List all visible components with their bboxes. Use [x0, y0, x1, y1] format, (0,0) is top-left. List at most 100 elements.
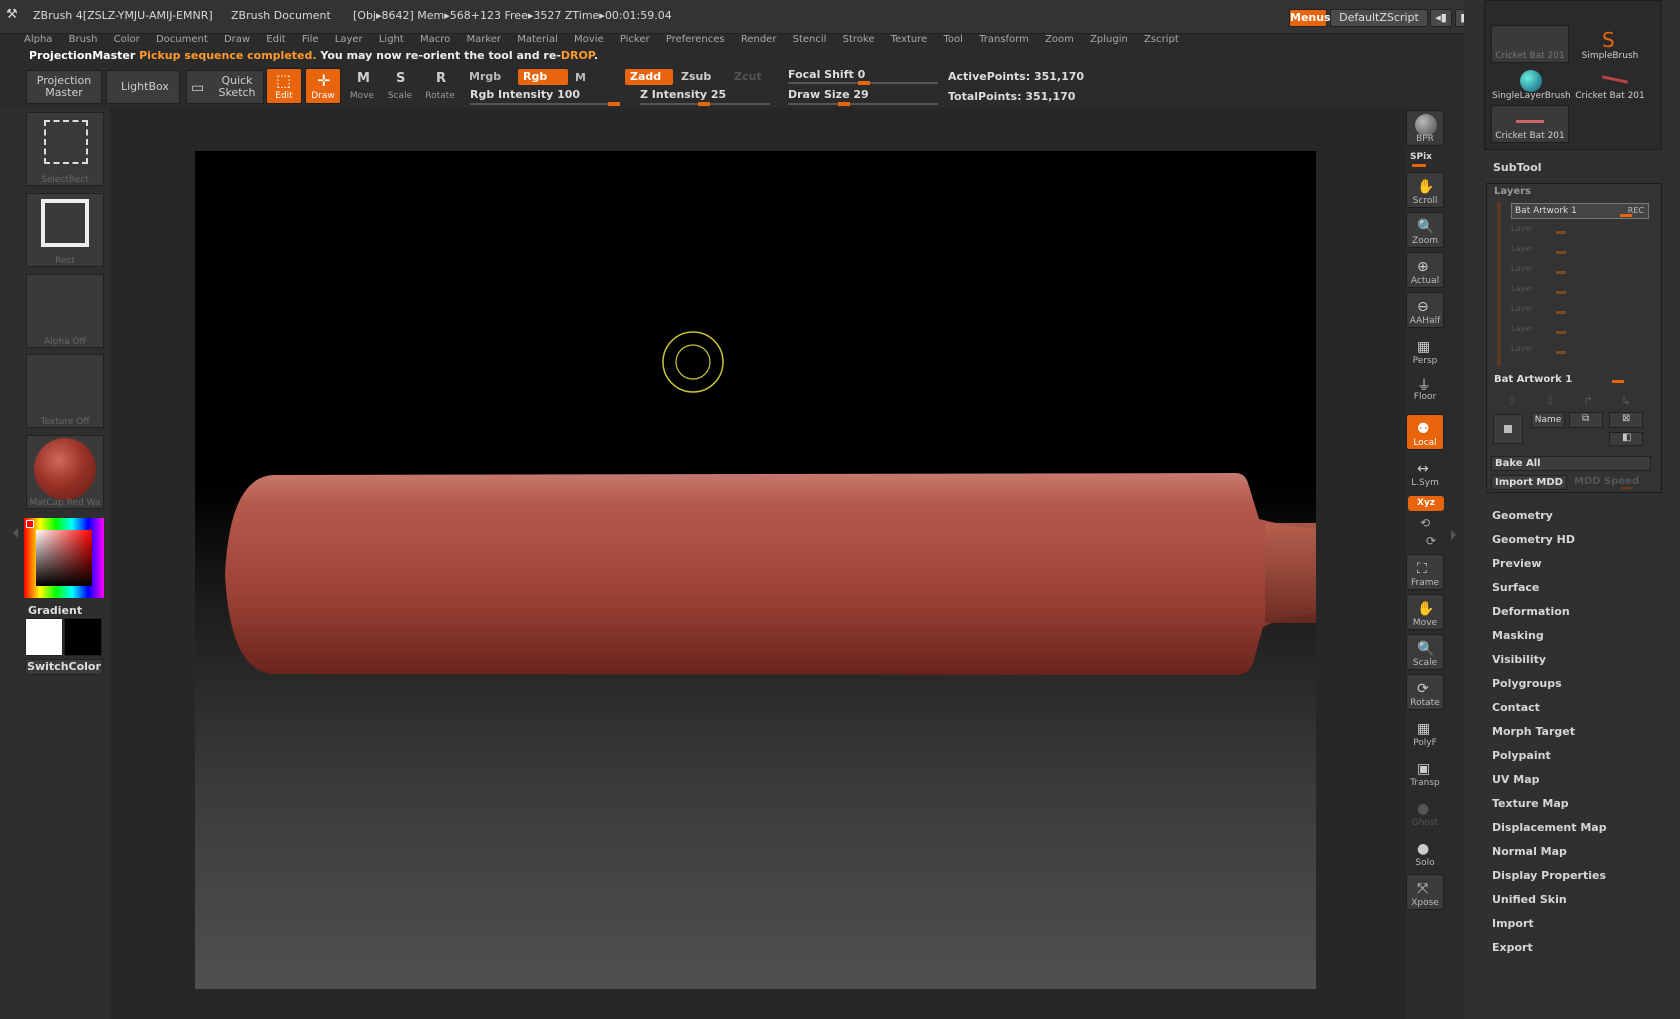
move-up-icon[interactable]: ⇧	[1507, 394, 1517, 408]
primary-color-swatch[interactable]	[25, 618, 63, 656]
zsub-toggle[interactable]: Zsub	[681, 70, 711, 83]
layer-knob-2[interactable]	[1556, 251, 1566, 254]
menu-zscript[interactable]: Zscript	[1144, 32, 1179, 48]
menu-preferences[interactable]: Preferences	[666, 32, 725, 48]
draw-size-slider[interactable]: Draw Size 29	[788, 88, 938, 106]
menu-masking[interactable]: Masking	[1492, 629, 1544, 642]
m-toggle[interactable]: M	[575, 71, 586, 84]
layer-row-active[interactable]: Bat Artwork 1 REC	[1511, 203, 1649, 219]
layer-knob-7[interactable]	[1556, 351, 1566, 354]
layer-knob-5[interactable]	[1556, 311, 1566, 314]
layer-row[interactable]: Layer	[1511, 284, 1611, 296]
menu-surface[interactable]: Surface	[1492, 581, 1539, 594]
single-layer-brush-tool[interactable]: SingleLayerBrush	[1491, 65, 1571, 103]
bpr-button[interactable]: BPR	[1406, 110, 1444, 146]
import-mdd-button[interactable]: Import MDD	[1491, 475, 1567, 490]
lightbox-button[interactable]: LightBox	[106, 70, 180, 104]
edit-button[interactable]: ⬚ Edit	[266, 68, 302, 104]
menu-document[interactable]: Document	[156, 32, 208, 48]
switchcolor-button[interactable]: SwitchColor	[25, 659, 103, 675]
cricket-bat-tool-1[interactable]: Cricket Bat 201	[1491, 25, 1569, 63]
menu-tool[interactable]: Tool	[944, 32, 963, 48]
gradient-label[interactable]: Gradient	[28, 604, 82, 617]
move-down-icon[interactable]: ⇩	[1545, 394, 1555, 408]
rotate-view-button[interactable]: ⟳ Rotate	[1406, 674, 1444, 710]
menu-displacement-map[interactable]: Displacement Map	[1492, 821, 1607, 834]
secondary-color-swatch[interactable]	[64, 618, 102, 656]
menu-layer[interactable]: Layer	[335, 32, 363, 48]
cricket-bat-model[interactable]	[225, 473, 1316, 675]
polyf-button[interactable]: ▦ PolyF	[1406, 714, 1444, 750]
scroll-button[interactable]: ✋ Scroll	[1406, 172, 1444, 208]
transp-button[interactable]: ▣ Transp	[1406, 754, 1444, 790]
menu-draw[interactable]: Draw	[224, 32, 250, 48]
menu-preview[interactable]: Preview	[1492, 557, 1542, 570]
menu-deformation[interactable]: Deformation	[1492, 605, 1570, 618]
menu-edit[interactable]: Edit	[266, 32, 285, 48]
xpose-button[interactable]: ⤧ Xpose	[1406, 874, 1444, 910]
split-icon[interactable]: ↳	[1621, 394, 1631, 408]
focal-shift-slider[interactable]: Focal Shift 0	[788, 68, 938, 86]
layer-row[interactable]: Layer	[1511, 244, 1611, 256]
menu-display-properties[interactable]: Display Properties	[1492, 869, 1606, 882]
menu-normal-map[interactable]: Normal Map	[1492, 845, 1567, 858]
layer-knob-1[interactable]	[1556, 231, 1566, 234]
layer-knob-6[interactable]	[1556, 331, 1566, 334]
menu-texture[interactable]: Texture	[891, 32, 928, 48]
toggle-left-icon[interactable]: ◂▮	[1430, 9, 1452, 27]
menu-light[interactable]: Light	[379, 32, 404, 48]
menu-brush[interactable]: Brush	[69, 32, 98, 48]
mrgb-toggle[interactable]: Mrgb	[469, 70, 501, 83]
menu-color[interactable]: Color	[114, 32, 140, 48]
rgb-toggle[interactable]: Rgb	[518, 69, 568, 85]
menu-marker[interactable]: Marker	[466, 32, 501, 48]
rect-tile[interactable]: Rect	[26, 193, 104, 267]
layers-header[interactable]: Layers	[1494, 186, 1531, 197]
menu-polypaint[interactable]: Polypaint	[1492, 749, 1551, 762]
menu-polygroups[interactable]: Polygroups	[1492, 677, 1562, 690]
ghost-button[interactable]: ● Ghost	[1406, 794, 1444, 830]
layer-row[interactable]: Layer	[1511, 344, 1611, 356]
menu-export[interactable]: Export	[1492, 941, 1533, 954]
layers-scrollbar[interactable]	[1497, 202, 1501, 366]
zcut-toggle[interactable]: Zcut	[734, 70, 762, 83]
menu-picker[interactable]: Picker	[620, 32, 650, 48]
menu-alpha[interactable]: Alpha	[24, 32, 52, 48]
rotate-axis-icon[interactable]: ⟲	[1420, 516, 1430, 530]
menu-import[interactable]: Import	[1492, 917, 1534, 930]
layer-active-knob[interactable]	[1620, 214, 1632, 217]
menu-texture-map[interactable]: Texture Map	[1492, 797, 1569, 810]
color-square[interactable]	[36, 530, 92, 586]
layer-copy-button[interactable]: ⧉	[1569, 412, 1603, 428]
quick-sketch-button[interactable]: ▭ Quick Sketch	[186, 70, 264, 104]
subtool-header[interactable]: SubTool	[1493, 161, 1542, 174]
texture-tile[interactable]: Texture Off	[26, 354, 104, 428]
layer-name-button[interactable]: Name	[1531, 412, 1565, 428]
menus-button[interactable]: Menus	[1289, 9, 1331, 27]
document-canvas[interactable]	[195, 151, 1316, 989]
menu-transform[interactable]: Transform	[979, 32, 1029, 48]
persp-button[interactable]: ▦ Persp	[1406, 332, 1444, 368]
menu-visibility[interactable]: Visibility	[1492, 653, 1546, 666]
focal-shift-knob[interactable]	[858, 81, 870, 85]
layer-extra-button[interactable]: ◧	[1609, 432, 1643, 446]
default-zscript-button[interactable]: DefaultZScript	[1330, 9, 1428, 27]
menu-material[interactable]: Material	[517, 32, 558, 48]
lsym-button[interactable]: ↔ L.Sym	[1406, 454, 1444, 490]
draw-size-knob[interactable]	[838, 102, 850, 106]
menu-file[interactable]: File	[302, 32, 319, 48]
merge-icon[interactable]: ↱	[1583, 394, 1593, 408]
mdd-speed-slider[interactable]: MDD Speed	[1571, 475, 1651, 490]
move-button[interactable]: M Move	[344, 68, 380, 104]
layer-row[interactable]: Layer	[1511, 324, 1611, 336]
menu-stroke[interactable]: Stroke	[843, 32, 875, 48]
solo-button[interactable]: ● Solo	[1406, 834, 1444, 870]
layer-row[interactable]: Layer	[1511, 224, 1611, 236]
aahalf-button[interactable]: ⊖ AAHalf	[1406, 292, 1444, 328]
scale-button[interactable]: S Scale	[382, 68, 418, 104]
menu-zoom[interactable]: Zoom	[1045, 32, 1074, 48]
menu-stencil[interactable]: Stencil	[793, 32, 827, 48]
move-view-button[interactable]: ✋ Move	[1406, 594, 1444, 630]
cricket-bat-tool-3[interactable]: Cricket Bat 201	[1491, 105, 1569, 143]
menu-geometry-hd[interactable]: Geometry HD	[1492, 533, 1575, 546]
